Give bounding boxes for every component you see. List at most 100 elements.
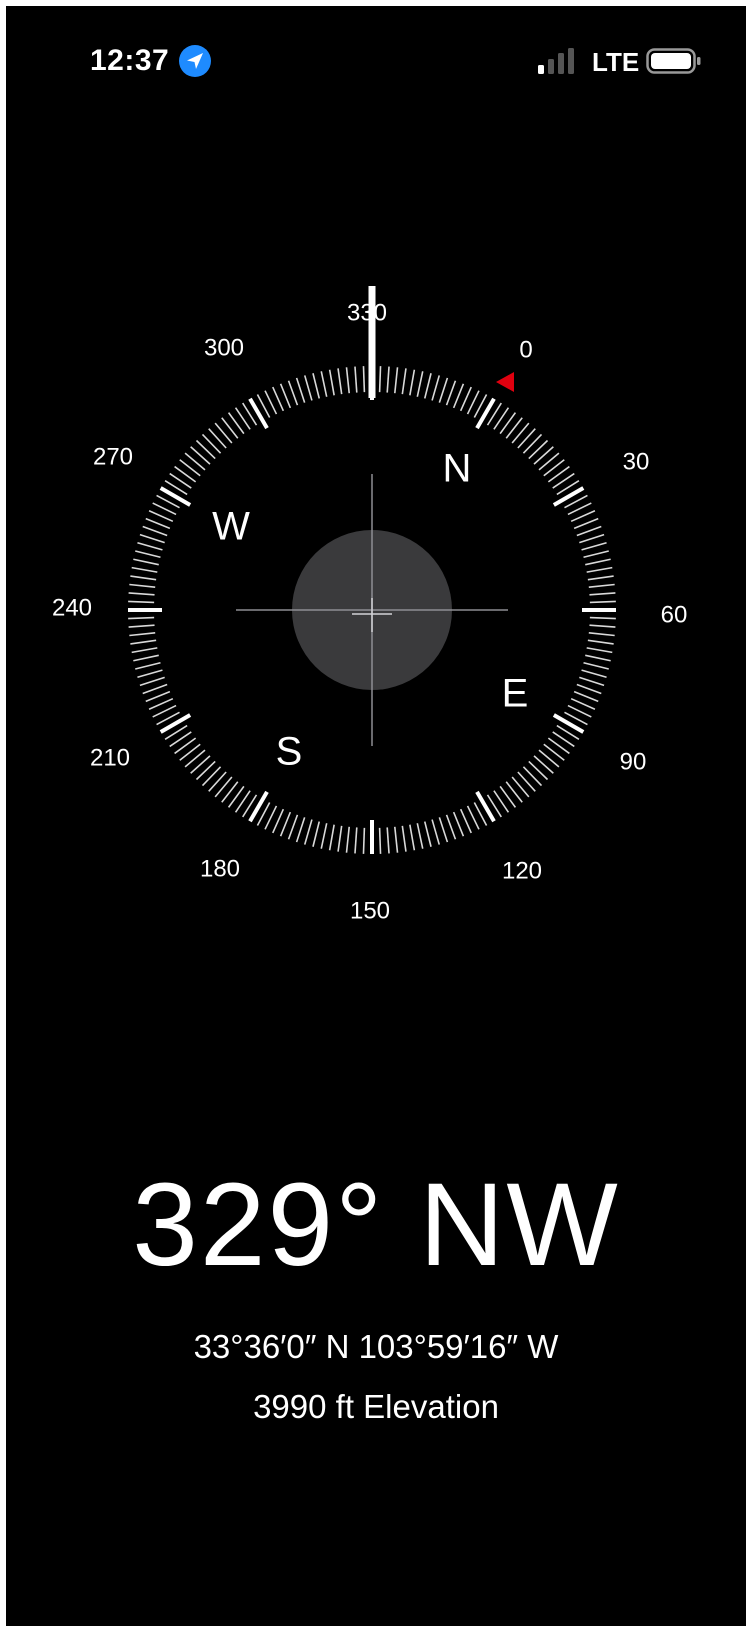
compass-minor-tick [201, 766, 222, 787]
compass-minor-tick [303, 375, 313, 401]
compass-minor-tick [538, 749, 560, 768]
compass-minor-tick [386, 827, 390, 854]
compass-screen: 12:37 LTE 330 0 30 60 90 120 150 180 210 [6, 6, 746, 1626]
compass-minor-tick [589, 600, 616, 604]
compass-minor-tick [459, 808, 472, 834]
north-marker-icon [496, 372, 514, 392]
compass-major-tick [159, 486, 192, 507]
compass-minor-tick [129, 631, 156, 637]
compass-minor-tick [142, 525, 168, 537]
compass-minor-tick [579, 676, 605, 687]
degree-label-120: 120 [502, 857, 542, 884]
compass-minor-tick [401, 368, 407, 395]
compass-minor-tick [423, 821, 432, 847]
compass-minor-tick [431, 375, 441, 401]
compass-minor-tick [128, 600, 155, 604]
compass-minor-tick [135, 550, 161, 559]
compass-minor-tick [570, 510, 596, 523]
compass-minor-tick [295, 817, 306, 843]
compass-minor-tick [459, 386, 472, 412]
degree-label-300: 300 [204, 334, 244, 361]
compass-minor-tick [386, 366, 390, 393]
compass-major-tick [159, 713, 192, 734]
degree-label-60: 60 [661, 601, 688, 628]
elevation-readout: 3990 ft Elevation [253, 1388, 499, 1425]
compass-minor-tick [135, 661, 161, 670]
compass-minor-tick [438, 377, 449, 403]
compass-minor-tick [589, 592, 616, 596]
compass-minor-tick [128, 592, 155, 596]
degree-label-330: 330 [347, 299, 387, 326]
compass-minor-tick [320, 823, 328, 849]
compass-minor-tick [587, 575, 614, 581]
compass-minor-tick [585, 558, 611, 566]
compass-minor-tick [576, 525, 602, 537]
compass-minor-tick [195, 439, 216, 460]
compass-minor-tick [133, 558, 159, 566]
compass-major-tick [475, 397, 496, 430]
compass-minor-tick [295, 377, 306, 403]
compass-minor-tick [190, 755, 211, 774]
compass-minor-tick [528, 439, 549, 460]
compass-minor-tick [588, 583, 615, 589]
compass-minor-tick [208, 428, 227, 449]
compass-minor-tick [345, 367, 351, 394]
compass-major-tick [552, 713, 585, 734]
compass-minor-tick [409, 824, 416, 851]
compass-minor-tick [579, 533, 605, 544]
compass-minor-tick [517, 771, 536, 792]
degree-label-30: 30 [623, 448, 650, 475]
compass-minor-tick [581, 541, 607, 551]
compass-minor-tick [570, 697, 596, 710]
compass-minor-tick [130, 639, 157, 645]
compass-minor-tick [522, 433, 543, 454]
compass-minor-tick [272, 808, 285, 834]
compass-minor-tick [354, 366, 358, 393]
cardinal-north: N [443, 447, 472, 491]
compass-minor-tick [312, 821, 321, 847]
compass-minor-tick [533, 755, 554, 774]
compass-minor-tick [393, 367, 399, 394]
compass-minor-tick [287, 380, 299, 406]
compass-minor-tick [452, 811, 465, 837]
degree-label-210: 210 [90, 744, 130, 771]
compass-minor-tick [184, 749, 206, 768]
compass-minor-tick [581, 669, 607, 679]
compass-minor-tick [583, 550, 609, 559]
compass-minor-tick [139, 533, 165, 544]
compass-minor-tick [201, 433, 222, 454]
compass-minor-tick [576, 683, 602, 695]
compass-minor-tick [145, 690, 171, 703]
compass-major-tick [248, 790, 269, 823]
compass-major-tick [248, 397, 269, 430]
compass-minor-tick [148, 510, 174, 523]
compass-minor-tick [583, 661, 609, 670]
compass-minor-tick [445, 380, 457, 406]
compass-minor-tick [588, 631, 615, 637]
compass-minor-tick [131, 647, 158, 654]
compass-minor-tick [528, 760, 549, 781]
compass-minor-tick [131, 566, 158, 573]
compass-minor-tick [585, 654, 611, 662]
compass-minor-tick [279, 811, 292, 837]
compass-minor-tick [345, 826, 351, 853]
compass-minor-tick [142, 683, 168, 695]
compass-minor-tick [445, 814, 457, 840]
compass-major-tick [552, 486, 585, 507]
compass-minor-tick [272, 386, 285, 412]
compass-minor-tick [328, 369, 335, 396]
compass-dial[interactable]: 330 0 30 60 90 120 150 180 210 240 270 3… [6, 6, 746, 1006]
compass-minor-tick [137, 669, 163, 679]
compass-minor-tick [378, 827, 382, 854]
compass-minor-tick [533, 446, 554, 465]
compass-minor-tick [401, 825, 407, 852]
compass-minor-tick [312, 373, 321, 399]
degree-label-180: 180 [200, 855, 240, 882]
compass-minor-tick [195, 760, 216, 781]
coordinates-readout[interactable]: 33°36′0″ N 103°59′16″ W [6, 1328, 746, 1366]
compass-minor-tick [416, 371, 424, 397]
compass-minor-tick [208, 771, 227, 792]
compass-minor-tick [328, 824, 335, 851]
compass-minor-tick [214, 776, 233, 798]
compass-minor-tick [337, 825, 343, 852]
